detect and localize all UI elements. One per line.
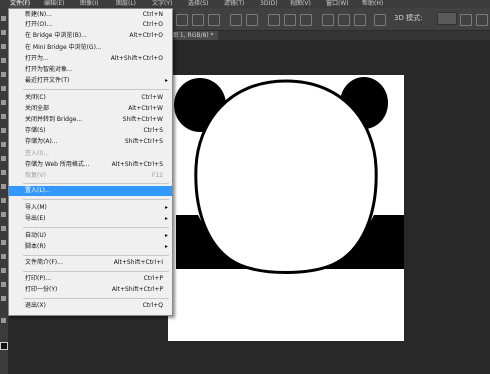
submenu-arrow-icon: ▸ — [164, 77, 168, 84]
menu-select[interactable]: 选择(S) — [188, 0, 209, 8]
menu-item-open-as[interactable]: 打开为... Alt+Shift+Ctrl+O — [9, 54, 172, 64]
menu-item-new[interactable]: 新建(N)... Ctrl+N — [9, 10, 172, 20]
lasso-tool-icon[interactable] — [1, 44, 6, 49]
quick-select-tool-icon[interactable] — [1, 58, 6, 63]
menu-item-open[interactable]: 打开(O)... Ctrl+O — [9, 20, 172, 30]
submenu-arrow-icon: ▸ — [164, 232, 168, 239]
menu-item-automate[interactable]: 自动(U) ▸ — [9, 231, 172, 241]
brush-tool-icon[interactable] — [1, 114, 6, 119]
menu-view[interactable]: 视图(V) — [290, 0, 311, 8]
submenu-arrow-icon: ▸ — [164, 215, 168, 222]
menu-separator — [23, 199, 169, 200]
menu-item-scripts[interactable]: 脚本(R) ▸ — [9, 242, 172, 252]
distribute-icon[interactable] — [230, 14, 242, 26]
align-icon[interactable] — [192, 14, 204, 26]
pen-tool-icon[interactable] — [1, 212, 6, 217]
menu-item-save-as[interactable]: 存储为(A)... Shift+Ctrl+S — [9, 137, 172, 147]
menu-item-file-info[interactable]: 文件简介(F)... Alt+Shift+Ctrl+I — [9, 258, 172, 268]
path-select-tool-icon[interactable] — [1, 240, 6, 245]
align-icon[interactable] — [208, 14, 220, 26]
menu-3d[interactable]: 3D(D) — [260, 0, 278, 8]
3d-rotate-icon[interactable] — [460, 14, 472, 26]
menu-file[interactable]: 文件(F) — [10, 0, 31, 8]
menu-separator — [23, 298, 169, 299]
menu-item-export[interactable]: 导出(E) ▸ — [9, 214, 172, 224]
distribute-icon[interactable] — [246, 14, 258, 26]
distribute-icon[interactable] — [284, 14, 296, 26]
menu-item-save-for-web[interactable]: 存储为 Web 所用格式... Alt+Shift+Ctrl+S — [9, 160, 172, 170]
menu-item-save[interactable]: 存储(S) Ctrl+S — [9, 126, 172, 136]
zoom-tool-icon[interactable] — [1, 296, 6, 301]
healing-tool-icon[interactable] — [1, 100, 6, 105]
3d-tool-icon[interactable] — [1, 268, 6, 273]
menu-item-check-in: 签入(I)... — [25, 150, 50, 157]
3d-pan-icon[interactable] — [476, 14, 488, 26]
distribute-icon[interactable] — [354, 14, 366, 26]
menu-separator — [23, 89, 169, 90]
history-brush-tool-icon[interactable] — [1, 142, 6, 147]
menu-item-place[interactable]: 置入(L)... — [9, 186, 172, 196]
menu-item-print[interactable]: 打印(P)... Ctrl+P — [9, 274, 172, 284]
submenu-arrow-icon: ▸ — [164, 243, 168, 250]
auto-align-icon[interactable] — [374, 14, 386, 26]
menu-layer[interactable]: 图层(L) — [116, 0, 136, 8]
menu-separator — [23, 255, 169, 256]
distribute-icon[interactable] — [300, 14, 312, 26]
panda-image — [174, 77, 404, 274]
dodge-tool-icon[interactable] — [1, 198, 6, 203]
menu-item-revert: 恢复(V) F12 — [25, 172, 163, 179]
menu-item-import[interactable]: 导入(M) ▸ — [9, 203, 172, 213]
menu-image[interactable]: 图像(I) — [80, 0, 98, 8]
distribute-icon[interactable] — [268, 14, 280, 26]
quick-mask-icon[interactable] — [1, 318, 6, 323]
menu-type[interactable]: 文字(Y) — [152, 0, 172, 8]
menu-item-close[interactable]: 关闭(C) Ctrl+W — [9, 93, 172, 103]
shape-tool-icon[interactable] — [1, 254, 6, 259]
foreground-color-swatch[interactable] — [0, 342, 8, 350]
file-menu-dropdown: 新建(N)... Ctrl+N 打开(O)... Ctrl+O 在 Bridge 中… — [8, 8, 173, 316]
distribute-icon[interactable] — [322, 14, 334, 26]
marquee-tool-icon[interactable] — [1, 30, 6, 35]
eyedropper-tool-icon[interactable] — [1, 86, 6, 91]
document-tab[interactable]: 图 1, RGB/8) * — [168, 31, 218, 40]
menu-item-close-go-bridge[interactable]: 关闭并转到 Bridge... Shift+Ctrl+W — [9, 115, 172, 125]
menu-window[interactable]: 窗口(W) — [326, 0, 349, 8]
3d-mode-label: 3D 模式: — [394, 14, 423, 22]
type-tool-icon[interactable] — [1, 226, 6, 231]
menu-separator — [23, 271, 169, 272]
submenu-arrow-icon: ▸ — [164, 204, 168, 211]
menu-item-exit[interactable]: 退出(X) Ctrl+Q — [9, 301, 172, 311]
panda-head — [194, 79, 378, 274]
menu-item-open-smart-object[interactable]: 打开为智能对象... — [9, 65, 172, 75]
menu-item-close-all[interactable]: 关闭全部 Alt+Ctrl+W — [9, 104, 172, 114]
menu-edit[interactable]: 编辑(E) — [44, 0, 64, 8]
menu-separator — [23, 183, 169, 184]
menu-filter[interactable]: 滤镜(T) — [224, 0, 244, 8]
menu-help[interactable]: 帮助(H) — [362, 0, 383, 8]
menu-bar: 文件(F) 编辑(E) 图像(I) 图层(L) 文字(Y) 选择(S) 滤镜(T… — [0, 0, 490, 8]
menu-separator — [23, 227, 169, 228]
blur-tool-icon[interactable] — [1, 184, 6, 189]
3d-mode-select[interactable] — [437, 12, 457, 25]
hand-tool-icon[interactable] — [1, 282, 6, 287]
menu-item-browse-mini-bridge[interactable]: 在 Mini Bridge 中浏览(G)... — [9, 43, 172, 53]
clone-tool-icon[interactable] — [1, 128, 6, 133]
crop-tool-icon[interactable] — [1, 72, 6, 77]
move-tool-icon[interactable] — [1, 16, 6, 21]
eraser-tool-icon[interactable] — [1, 156, 6, 161]
menu-item-recent-files[interactable]: 最近打开文件(T) ▸ — [9, 76, 172, 86]
menu-item-browse-bridge[interactable]: 在 Bridge 中浏览(B)... Alt+Ctrl+O — [9, 31, 172, 41]
menu-item-print-one-copy[interactable]: 打印一份(Y) Alt+Shift+Ctrl+P — [9, 285, 172, 295]
distribute-icon[interactable] — [338, 14, 350, 26]
align-icon[interactable] — [176, 14, 188, 26]
gradient-tool-icon[interactable] — [1, 170, 6, 175]
